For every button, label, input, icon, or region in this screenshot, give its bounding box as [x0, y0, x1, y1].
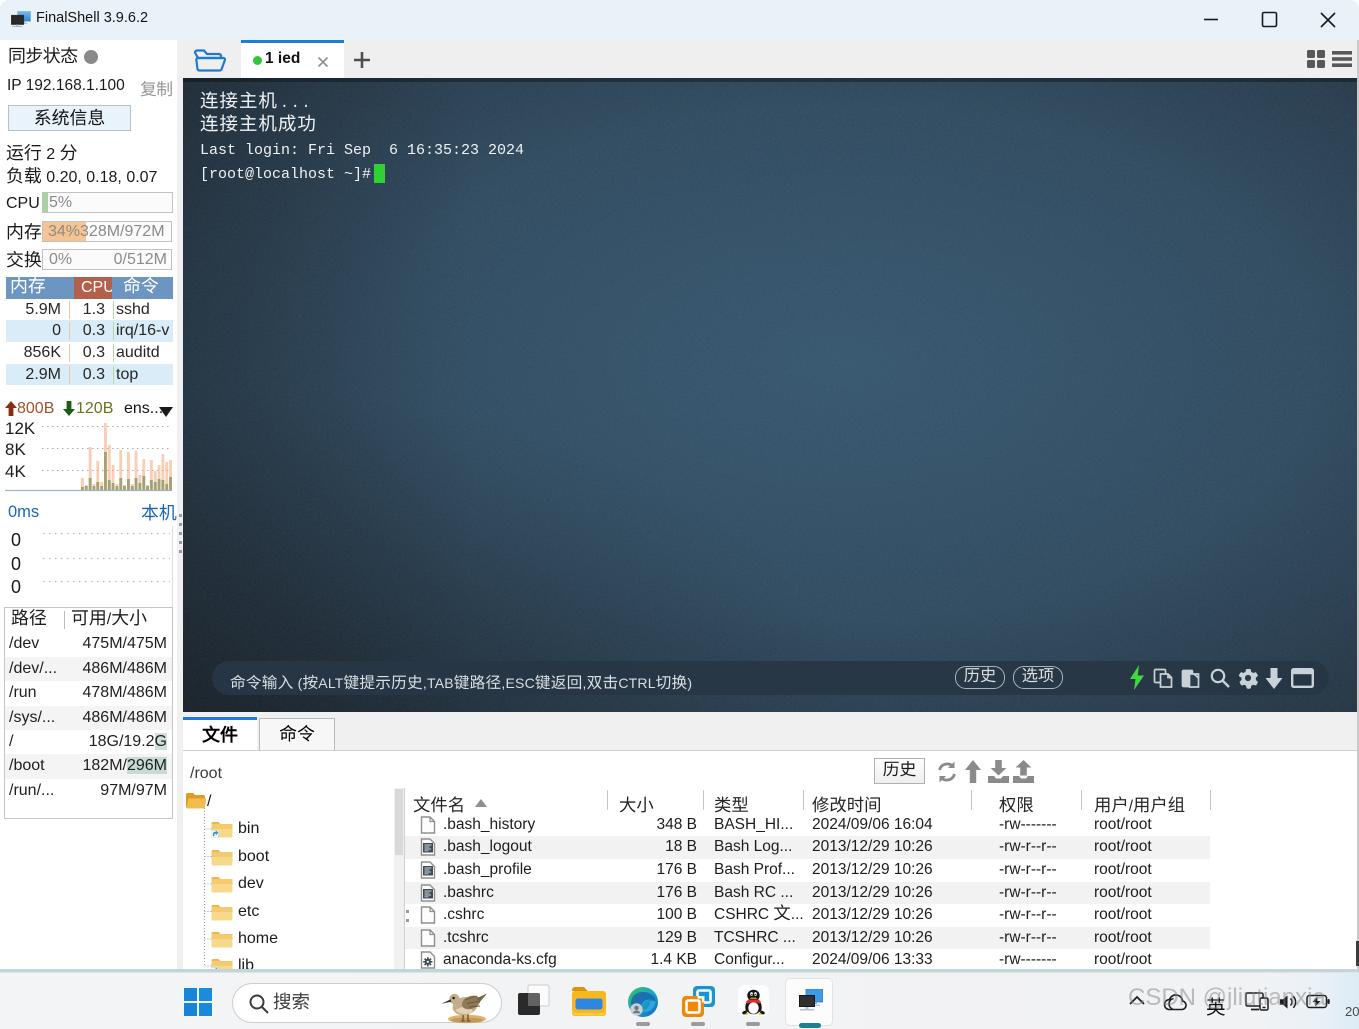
- svg-text:0: 0: [11, 554, 21, 574]
- svg-text:12K: 12K: [5, 420, 36, 438]
- svg-text:8K: 8K: [5, 440, 26, 459]
- svg-text:0: 0: [11, 577, 21, 597]
- svg-text:4K: 4K: [5, 462, 26, 481]
- svg-text:0: 0: [11, 530, 21, 550]
